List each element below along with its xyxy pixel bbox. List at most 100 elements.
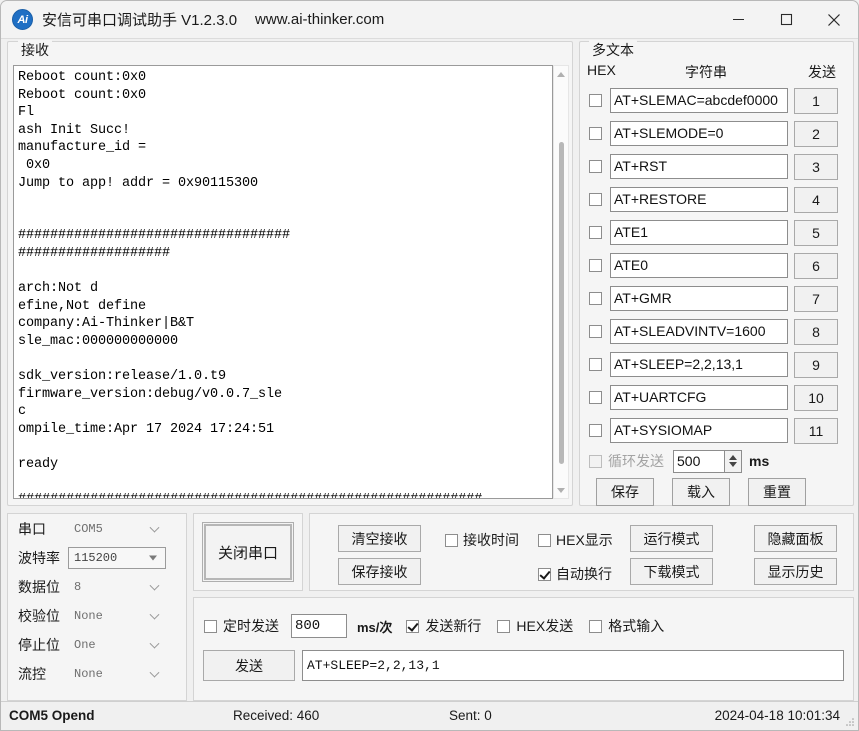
send-slot-button[interactable]: 10 [794, 384, 838, 411]
command-input[interactable]: ATE1 [610, 220, 788, 245]
close-serial-port-button[interactable]: 关闭串口 [202, 522, 294, 582]
hex-checkbox[interactable] [589, 292, 602, 305]
send-slot-button[interactable]: 9 [794, 351, 838, 378]
scroll-up-icon[interactable] [554, 67, 568, 81]
setting-label: 流控 [18, 665, 46, 682]
command-input[interactable]: AT+SLEEP=2,2,13,1 [610, 352, 788, 377]
window-url-text: www.ai-thinker.com [255, 11, 385, 28]
serial-settings-panel: 串口 COM5 波特率 115200 数据位 8 校验位 None 停止位 One 流控 None [7, 513, 187, 701]
command-input[interactable]: ATE0 [610, 253, 788, 278]
minimize-button[interactable] [714, 1, 762, 38]
multitext-row: AT+SYSIOMAP 11 [580, 414, 853, 447]
send-slot-button[interactable]: 5 [794, 219, 838, 246]
setting-value: COM5 [74, 521, 103, 536]
multitext-row: ATE0 6 [580, 249, 853, 282]
send-slot-button[interactable]: 6 [794, 252, 838, 279]
command-input[interactable]: AT+UARTCFG [610, 385, 788, 410]
hex-display-option[interactable]: HEX显示 [538, 530, 613, 550]
send-slot-button[interactable]: 11 [794, 417, 838, 444]
command-input[interactable]: AT+SLEMODE=0 [610, 121, 788, 146]
hex-checkbox[interactable] [589, 259, 602, 272]
command-input[interactable]: AT+GMR [610, 286, 788, 311]
column-header-hex: HEX [587, 62, 616, 78]
setting-dropdown[interactable]: None [68, 605, 166, 627]
send-slot-button[interactable]: 1 [794, 87, 838, 114]
title-bar: Ai 安信可串口调试助手 V1.2.3.0 www.ai-thinker.com [1, 1, 858, 39]
multitext-row: AT+GMR 7 [580, 282, 853, 315]
setting-dropdown[interactable]: None [68, 663, 166, 685]
multitext-row: AT+RST 3 [580, 150, 853, 183]
auto-wrap-option[interactable]: 自动换行 [538, 564, 612, 584]
hex-checkbox[interactable] [589, 424, 602, 437]
receive-panel-label: 接收 [18, 40, 52, 60]
loop-send-checkbox[interactable] [589, 454, 602, 468]
setting-dropdown[interactable]: COM5 [68, 518, 166, 540]
hex-checkbox[interactable] [589, 193, 602, 206]
hide-panel-button[interactable]: 隐藏面板 [754, 525, 837, 552]
save-button[interactable]: 保存 [596, 478, 654, 506]
run-mode-button[interactable]: 运行模式 [630, 525, 713, 552]
hex-checkbox[interactable] [589, 94, 602, 107]
hex-checkbox[interactable] [589, 358, 602, 371]
loop-send-row: 循环发送 500 ms [580, 447, 853, 475]
hex-send-checkbox[interactable] [497, 619, 511, 633]
format-input-checkbox[interactable] [589, 619, 603, 633]
loop-interval-input[interactable]: 500 [673, 449, 725, 473]
close-button[interactable] [810, 1, 858, 38]
command-input[interactable]: AT+SLEMAC=abcdef0000 [610, 88, 788, 113]
clear-receive-button[interactable]: 清空接收 [338, 525, 421, 552]
save-receive-button[interactable]: 保存接收 [338, 558, 421, 585]
loop-interval-spinner[interactable] [725, 449, 742, 473]
multitext-panel-label: 多文本 [589, 40, 637, 60]
hex-checkbox[interactable] [589, 226, 602, 239]
setting-row: 波特率 115200 [8, 543, 186, 572]
chevron-down-icon [149, 667, 160, 678]
multitext-row: ATE1 5 [580, 216, 853, 249]
download-mode-button[interactable]: 下载模式 [630, 558, 713, 585]
send-slot-button[interactable]: 2 [794, 120, 838, 147]
send-slot-button[interactable]: 4 [794, 186, 838, 213]
chevron-down-icon [149, 638, 160, 649]
setting-value: None [74, 608, 103, 623]
receive-time-checkbox[interactable] [445, 533, 458, 547]
send-slot-button[interactable]: 7 [794, 285, 838, 312]
command-input[interactable]: AT+RST [610, 154, 788, 179]
resize-grip-icon[interactable] [844, 716, 855, 727]
scrollbar-thumb[interactable] [559, 142, 564, 464]
hex-checkbox[interactable] [589, 127, 602, 140]
maximize-button[interactable] [762, 1, 810, 38]
timed-send-checkbox[interactable] [204, 619, 217, 633]
setting-dropdown[interactable]: 8 [68, 576, 166, 598]
hex-checkbox[interactable] [589, 391, 602, 404]
status-datetime: 2024-04-18 10:01:34 [714, 708, 840, 723]
auto-wrap-checkbox[interactable] [538, 567, 551, 581]
hex-checkbox[interactable] [589, 325, 602, 338]
command-input[interactable]: AT+RESTORE [610, 187, 788, 212]
app-logo-icon: Ai [12, 9, 33, 30]
receive-panel: 接收 Reboot count:0x0 Reboot count:0x0 Fl … [7, 40, 573, 506]
hex-display-checkbox[interactable] [538, 533, 551, 547]
setting-dropdown[interactable]: One [68, 634, 166, 656]
scroll-down-icon[interactable] [554, 483, 568, 497]
setting-dropdown[interactable]: 115200 [68, 546, 166, 569]
show-history-button[interactable]: 显示历史 [754, 558, 837, 585]
command-input[interactable]: AT+SYSIOMAP [610, 418, 788, 443]
receive-scrollbar[interactable] [553, 65, 569, 499]
send-slot-button[interactable]: 8 [794, 318, 838, 345]
receive-textarea[interactable]: Reboot count:0x0 Reboot count:0x0 Fl ash… [13, 65, 553, 499]
command-input[interactable]: AT+SLEADVINTV=1600 [610, 319, 788, 344]
column-header-send: 发送 [808, 64, 836, 80]
send-slot-button[interactable]: 3 [794, 153, 838, 180]
send-text-input[interactable]: AT+SLEEP=2,2,13,1 [302, 650, 844, 681]
setting-row: 流控 None [8, 659, 186, 688]
reset-button[interactable]: 重置 [748, 478, 806, 506]
load-button[interactable]: 载入 [672, 478, 730, 506]
setting-value: 8 [74, 579, 82, 594]
receive-time-option[interactable]: 接收时间 [445, 530, 519, 550]
window-controls [714, 1, 858, 38]
timed-send-interval-input[interactable]: 800 [291, 614, 347, 638]
send-newline-checkbox[interactable] [406, 619, 420, 633]
multitext-row: AT+SLEMODE=0 2 [580, 117, 853, 150]
hex-checkbox[interactable] [589, 160, 602, 173]
send-button[interactable]: 发送 [203, 650, 295, 681]
